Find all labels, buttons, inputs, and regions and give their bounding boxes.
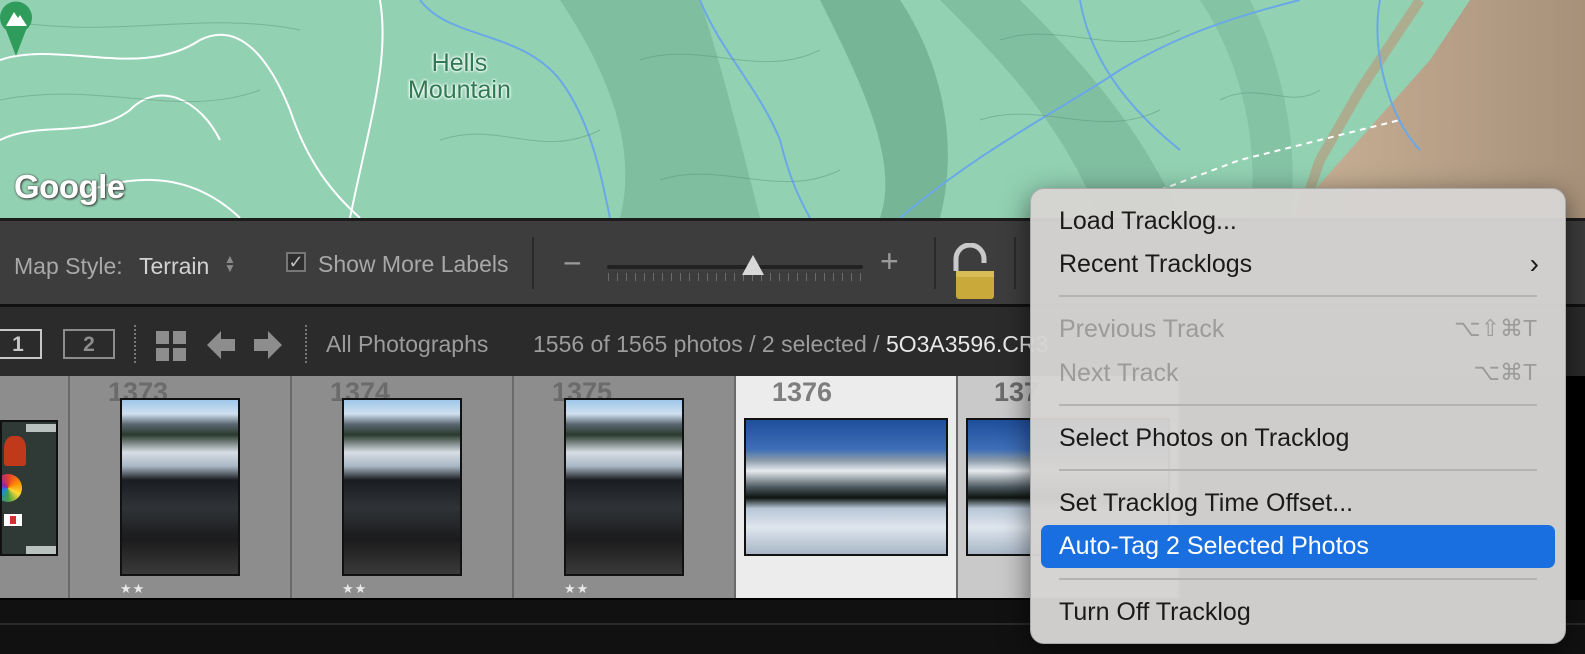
menu-item-turn-off-tracklog[interactable]: Turn Off Tracklog	[1041, 591, 1555, 634]
header-divider	[134, 325, 136, 363]
menu-item-label: Turn Off Tracklog	[1059, 598, 1251, 626]
menu-item-label: Load Tracklog...	[1059, 207, 1237, 235]
filmstrip-cell[interactable]: 1373 ★★	[70, 376, 292, 598]
filmstrip-cell[interactable]: 1374 ★★	[292, 376, 514, 598]
menu-item-load-tracklog[interactable]: Load Tracklog...	[1041, 200, 1555, 243]
filmstrip-cell-selected[interactable]: 1376	[736, 376, 958, 598]
zoom-slider-ticks	[608, 273, 862, 281]
filmstrip-cell[interactable]: 1375 ★★	[514, 376, 736, 598]
menu-item-previous-track[interactable]: Previous Track ⌥⇧⌘T	[1041, 308, 1555, 351]
toolbar-divider	[934, 237, 936, 289]
select-stepper-icon[interactable]: ▲ ▼	[224, 253, 236, 274]
filmstrip-status: 1556 of 1565 photos / 2 selected / 5O3A3…	[533, 331, 1048, 358]
menu-item-label: Set Tracklog Time Offset...	[1059, 489, 1354, 517]
zoom-in-button[interactable]: +	[880, 243, 899, 280]
menu-item-label: Select Photos on Tracklog	[1059, 424, 1350, 452]
grid-view-icon[interactable]	[156, 331, 186, 361]
star-rating[interactable]: ★★	[342, 581, 367, 597]
menu-item-recent-tracklogs[interactable]: Recent Tracklogs ›	[1041, 243, 1555, 286]
menu-item-select-photos-on-tracklog[interactable]: Select Photos on Tracklog	[1041, 417, 1555, 460]
thumbnail	[120, 398, 240, 576]
secondary-monitor-button[interactable]: 2	[63, 329, 115, 359]
cell-number: 1376	[772, 377, 833, 407]
map-style-select[interactable]: Terrain	[139, 253, 209, 280]
show-more-labels-label[interactable]: Show More Labels	[318, 251, 509, 278]
menu-item-label: Recent Tracklogs	[1059, 250, 1253, 278]
menu-item-next-track[interactable]: Next Track ⌥⌘T	[1041, 352, 1555, 395]
menu-separator	[1059, 404, 1537, 406]
chevron-right-icon: ›	[1529, 248, 1539, 279]
toolbar-divider	[532, 237, 534, 289]
toolbar-divider	[1014, 237, 1016, 289]
zoom-out-button[interactable]: −	[563, 245, 582, 282]
thumbnail	[564, 398, 684, 576]
star-rating[interactable]: ★★	[564, 581, 589, 597]
menu-item-label: Next Track	[1059, 359, 1179, 387]
selected-filename: 5O3A3596.CR3	[885, 331, 1049, 357]
primary-monitor-button[interactable]: 1	[0, 329, 42, 359]
star-rating[interactable]: ★★	[120, 581, 145, 597]
peak-label[interactable]: Hells Mountain	[408, 50, 511, 104]
back-arrow-icon[interactable]	[207, 331, 235, 359]
google-logo: Google	[14, 168, 125, 205]
filmstrip-cell[interactable]	[0, 376, 70, 598]
map-style-label: Map Style:	[14, 253, 123, 279]
menu-item-shortcut: ⌥⇧⌘T	[1454, 315, 1537, 341]
tracklog-menu: Load Tracklog... Recent Tracklogs › Prev…	[1030, 188, 1566, 644]
zoom-slider[interactable]	[607, 265, 863, 269]
mountain-pin-icon[interactable]	[0, 0, 32, 56]
thumbnail	[744, 418, 948, 556]
menu-item-set-tracklog-time-offset[interactable]: Set Tracklog Time Offset...	[1041, 482, 1555, 525]
map-view[interactable]: Hells Mountain Google	[0, 0, 1585, 218]
thumbnail	[342, 398, 462, 576]
menu-item-auto-tag-selected-photos[interactable]: Auto-Tag 2 Selected Photos	[1041, 525, 1555, 568]
zoom-slider-thumb[interactable]	[741, 255, 764, 275]
menu-item-shortcut: ⌥⌘T	[1473, 359, 1537, 385]
header-divider	[305, 325, 307, 363]
forward-arrow-icon[interactable]	[254, 331, 282, 359]
menu-item-label: Previous Track	[1059, 315, 1225, 343]
menu-separator	[1059, 295, 1537, 297]
menu-separator	[1059, 578, 1537, 580]
photo-count: 1556 of 1565 photos / 2 selected /	[533, 331, 880, 357]
thumbnail	[0, 420, 58, 556]
show-more-labels-checkbox[interactable]: ✓	[286, 252, 306, 272]
menu-item-label: Auto-Tag 2 Selected Photos	[1059, 532, 1369, 560]
terrain-map	[0, 0, 1585, 218]
filmstrip-source[interactable]: All Photographs	[326, 331, 488, 358]
lock-icon[interactable]	[948, 243, 998, 303]
menu-separator	[1059, 469, 1537, 471]
